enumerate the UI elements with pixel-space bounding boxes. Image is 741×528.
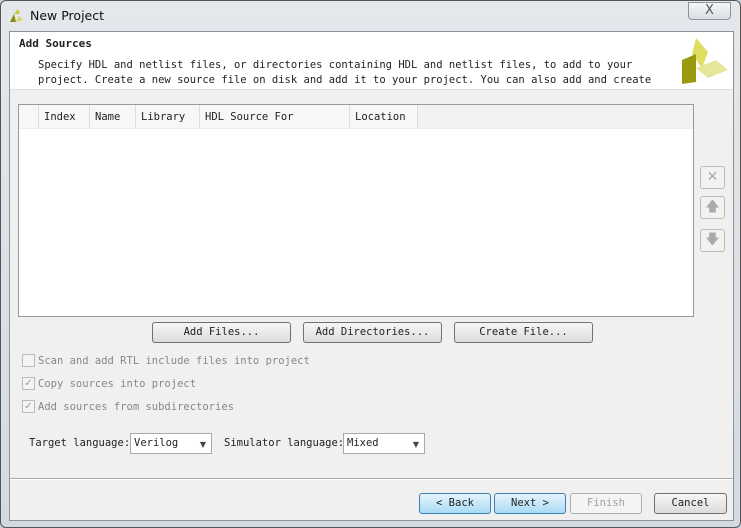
column-header-library[interactable]: Library	[136, 105, 200, 128]
sources-table[interactable]: Index Name Library HDL Source For Locati…	[18, 104, 694, 317]
checkmark-icon[interactable]: ✓	[22, 400, 35, 413]
selected-value: Mixed	[347, 437, 379, 449]
column-header-location[interactable]: Location	[350, 105, 418, 128]
move-up-button[interactable]: 🡅	[700, 196, 725, 219]
checkbox-label: Add sources from subdirectories	[38, 400, 234, 413]
checkbox-label: Copy sources into project	[38, 377, 197, 390]
table-header: Index Name Library HDL Source For Locati…	[19, 105, 693, 129]
checkbox-box[interactable]	[22, 354, 35, 367]
remove-button[interactable]: ✕	[700, 166, 725, 189]
checkbox-label: Scan and add RTL include files into proj…	[38, 354, 310, 367]
simulator-language-label: Simulator language:	[224, 437, 345, 449]
copy-sources-checkbox[interactable]: ✓ Copy sources into project	[22, 377, 196, 390]
window-title: New Project	[30, 8, 105, 23]
add-subdirectories-checkbox[interactable]: ✓ Add sources from subdirectories	[22, 400, 234, 413]
add-directories-button[interactable]: Add Directories...	[303, 322, 442, 343]
add-files-button[interactable]: Add Files...	[152, 322, 291, 343]
page-description: Specify HDL and netlist files, or direct…	[38, 59, 652, 86]
dialog-client: Add Sources Specify HDL and netlist file…	[9, 31, 734, 521]
simulator-language-select[interactable]: Mixed ▼	[343, 433, 425, 454]
next-button[interactable]: Next >	[494, 493, 566, 514]
column-header-index[interactable]: Index	[39, 105, 90, 128]
selected-value: Verilog	[134, 437, 179, 449]
back-button[interactable]: < Back	[419, 493, 491, 514]
target-language-select[interactable]: Verilog ▼	[130, 433, 212, 454]
app-logo-icon	[10, 9, 23, 22]
footer-divider	[10, 478, 733, 480]
checkmark-icon[interactable]: ✓	[22, 377, 35, 390]
vivado-logo-icon	[682, 38, 728, 84]
dropdown-arrow-icon: ▼	[412, 440, 419, 449]
scan-rtl-include-checkbox[interactable]: Scan and add RTL include files into proj…	[22, 354, 310, 367]
close-button[interactable]: X	[688, 2, 731, 20]
window-frame: New Project X Add Sources Specify HDL an…	[0, 0, 741, 528]
page-header: Add Sources Specify HDL and netlist file…	[10, 32, 733, 90]
column-header-hdl-source-for[interactable]: HDL Source For	[200, 105, 350, 128]
page-title: Add Sources	[19, 37, 92, 50]
finish-button: Finish	[570, 493, 642, 514]
dropdown-arrow-icon: ▼	[199, 440, 206, 449]
row-header-corner	[19, 105, 39, 128]
column-header-name[interactable]: Name	[90, 105, 136, 128]
move-down-button[interactable]: 🡇	[700, 229, 725, 252]
target-language-label: Target language:	[29, 437, 131, 449]
cancel-button[interactable]: Cancel	[654, 493, 727, 514]
create-file-button[interactable]: Create File...	[454, 322, 593, 343]
